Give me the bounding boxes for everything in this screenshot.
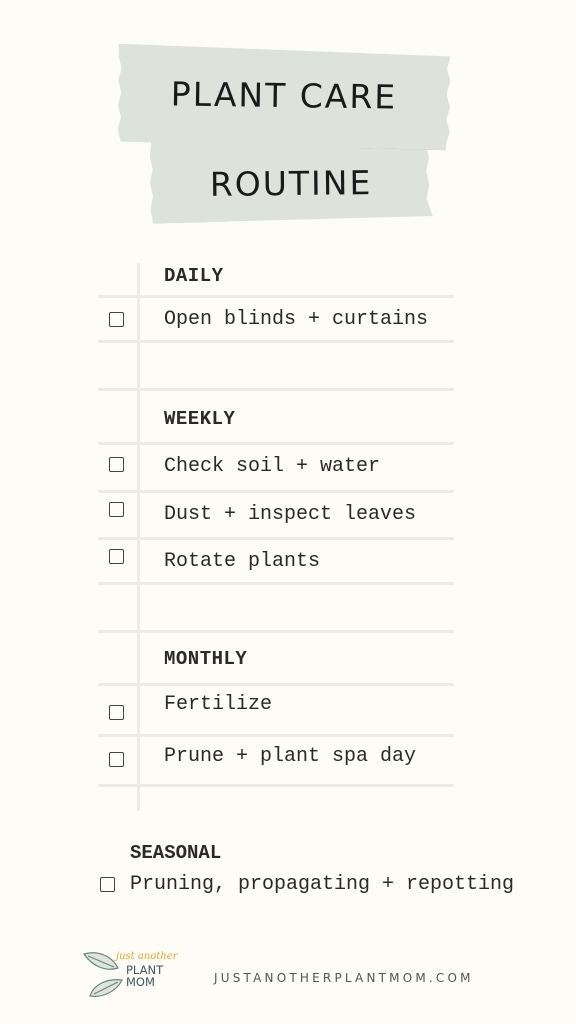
checkbox-open-blinds[interactable] (109, 312, 124, 327)
section-heading-daily: DAILY (164, 265, 224, 287)
section-heading-seasonal: SEASONAL (130, 842, 222, 864)
rule-line (98, 582, 454, 585)
rule-line (98, 784, 454, 787)
title-line-1: PLANT CARE (170, 73, 398, 117)
task-label: Pruning, propagating + repotting (130, 873, 515, 896)
task-label: Check soil + water (164, 455, 381, 478)
checkbox-dust-leaves[interactable] (109, 502, 124, 517)
logo-line-mom: MOM (126, 975, 155, 989)
rule-line (98, 630, 454, 633)
task-label: Fertilize (164, 693, 273, 716)
website-link[interactable]: JUSTANOTHERPLANTMOM.COM (214, 971, 474, 985)
rule-line (98, 683, 454, 686)
task-label: Prune + plant spa day (164, 745, 417, 768)
checkbox-prune[interactable] (109, 752, 124, 767)
task-label: Rotate plants (164, 550, 321, 573)
checkbox-rotate-plants[interactable] (109, 549, 124, 564)
rule-line (98, 388, 454, 391)
rule-line (98, 340, 454, 343)
rule-line (98, 734, 454, 737)
section-heading-monthly: MONTHLY (164, 648, 248, 670)
rule-line (98, 442, 454, 445)
title-tape-top: PLANT CARE (117, 44, 450, 151)
logo-script-text: just another (116, 951, 178, 962)
checkbox-seasonal[interactable] (100, 877, 115, 892)
section-heading-weekly: WEEKLY (164, 408, 236, 430)
checkbox-check-soil[interactable] (109, 457, 124, 472)
rule-line (98, 295, 454, 298)
checkbox-fertilize[interactable] (109, 705, 124, 720)
task-label: Open blinds + curtains (164, 308, 429, 331)
rule-line (98, 537, 454, 540)
task-label: Dust + inspect leaves (164, 503, 417, 526)
title-line-2: ROUTINE (209, 162, 373, 204)
rule-line (98, 490, 454, 493)
logo-wordmark: PLANT MOM (126, 964, 163, 988)
